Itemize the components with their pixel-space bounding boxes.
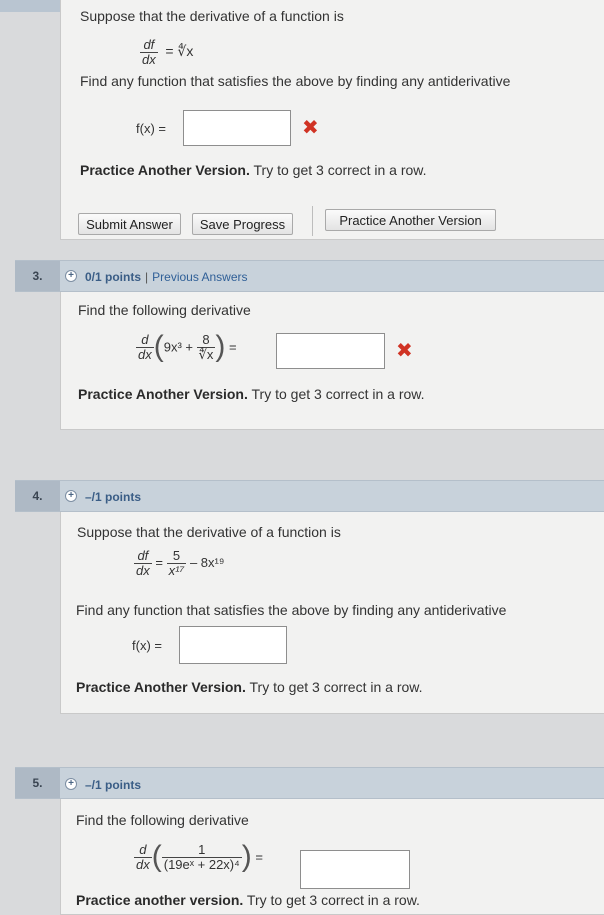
q3-wrong-icon: ✖ <box>396 340 413 362</box>
previous-answers-link[interactable]: Previous Answers <box>152 270 247 284</box>
q4-derivative-expression: df dx = 5 x¹⁷ – 8x¹⁹ <box>134 548 225 578</box>
q3-term1: 9x³ + <box>163 339 193 355</box>
question-5-header: 5. + –/1 points <box>15 767 604 799</box>
expand-icon[interactable]: + <box>65 778 77 790</box>
q5-practice-link[interactable]: Practice another version. <box>76 892 243 908</box>
practice-another-version-button[interactable]: Practice Another Version <box>325 209 496 231</box>
q4-fx-label: f(x) = <box>132 638 162 653</box>
q4-answer-input[interactable] <box>179 626 287 664</box>
q3-prompt: Find the following derivative <box>78 302 251 318</box>
q2-find-text: Find any function that satisfies the abo… <box>80 73 511 89</box>
question-3-header: 3. + 0/1 points | Previous Answers <box>15 260 604 292</box>
question-2-panel <box>60 0 604 240</box>
question-3-number: 3. <box>15 261 60 291</box>
q4-find-text: Find any function that satisfies the abo… <box>76 602 507 618</box>
submit-answer-button[interactable]: Submit Answer <box>78 213 181 235</box>
q2-dx: dx <box>142 52 156 67</box>
q3-expression: d dx (9x³ + 8 ∜x) = <box>136 330 237 363</box>
q2-practice-text: Practice Another Version. Try to get 3 c… <box>80 162 427 178</box>
q3-points-line: 0/1 points | Previous Answers <box>85 270 248 284</box>
q2-rhs: = ∜x <box>165 42 194 59</box>
q3-practice-link[interactable]: Practice Another Version. <box>78 386 248 402</box>
q5-prompt: Find the following derivative <box>76 812 249 828</box>
q5-points: –/1 points <box>85 778 142 792</box>
expand-icon[interactable]: + <box>65 490 77 502</box>
q4-intro: Suppose that the derivative of a functio… <box>77 524 341 540</box>
q3-practice-text: Practice Another Version. Try to get 3 c… <box>78 386 425 402</box>
q3-points: 0/1 points <box>85 270 142 284</box>
q2-answer-input[interactable] <box>183 110 291 146</box>
q5-expression: d dx(1 (19eˣ + 22x)⁴) = <box>134 840 263 873</box>
q3-answer-input[interactable] <box>276 333 385 369</box>
q2-derivative-expression: df dx = ∜x <box>140 38 193 67</box>
q2-df: df <box>140 38 158 53</box>
q4-practice-text: Practice Another Version. Try to get 3 c… <box>76 679 423 695</box>
q2-wrong-icon: ✖ <box>302 117 319 139</box>
question-4-number: 4. <box>15 481 60 511</box>
q2-fx-label: f(x) = <box>136 121 166 136</box>
expand-icon[interactable]: + <box>65 270 77 282</box>
q2-intro: Suppose that the derivative of a functio… <box>80 8 344 24</box>
button-divider <box>312 206 313 236</box>
q4-practice-link[interactable]: Practice Another Version. <box>76 679 246 695</box>
question-4-header: 4. + –/1 points <box>15 480 604 512</box>
q2-practice-link[interactable]: Practice Another Version. <box>80 162 250 178</box>
q5-answer-input[interactable] <box>300 850 410 889</box>
question-5-number: 5. <box>15 768 60 798</box>
q4-points: –/1 points <box>85 490 142 504</box>
save-progress-button[interactable]: Save Progress <box>192 213 293 235</box>
q5-practice-text: Practice another version. Try to get 3 c… <box>76 892 420 908</box>
